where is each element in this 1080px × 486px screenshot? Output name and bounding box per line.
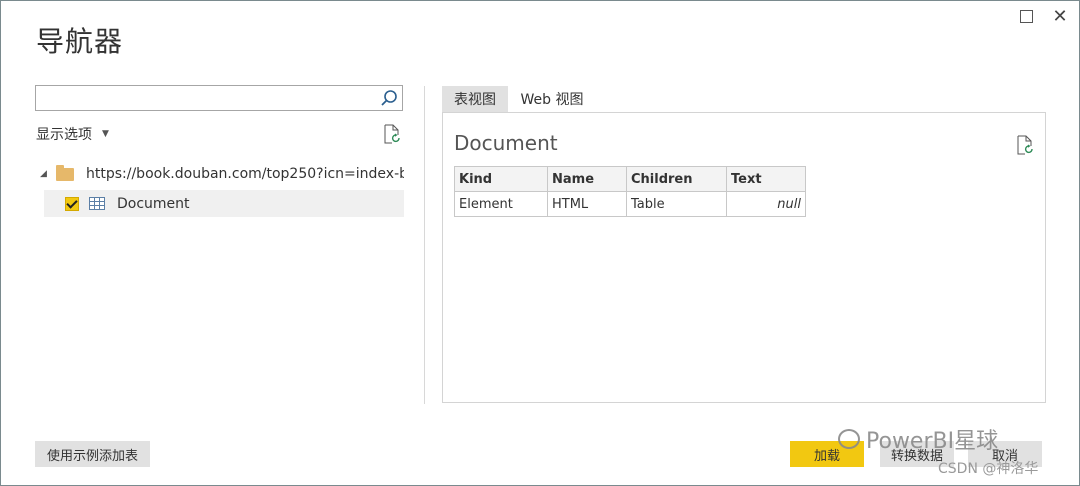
table-header-row: Kind Name Children Text [454, 166, 806, 192]
display-options-label: 显示选项 [36, 127, 92, 143]
tree-item-label: Document [117, 195, 190, 212]
tree-item-document[interactable]: Document [44, 190, 404, 217]
close-icon: ✕ [1052, 5, 1068, 27]
table-row: Element HTML Table null [454, 191, 806, 217]
search-icon[interactable] [380, 89, 398, 107]
preview-table: Kind Name Children Text Element HTML Tab… [454, 166, 806, 217]
close-button[interactable]: ✕ [1050, 5, 1070, 27]
checkbox[interactable] [65, 196, 79, 211]
table-cell: null [726, 191, 806, 217]
search-box[interactable] [35, 85, 403, 111]
display-options-dropdown[interactable]: 显示选项 ▼ [36, 124, 109, 144]
expand-arrow-icon[interactable]: ◢ [40, 169, 56, 179]
search-input[interactable] [40, 87, 374, 111]
folder-icon [56, 164, 74, 181]
add-table-using-examples-button[interactable]: 使用示例添加表 [35, 441, 150, 467]
watermark-credit: CSDN @神洛华 [938, 461, 1039, 477]
tab-web-view[interactable]: Web 视图 [512, 86, 592, 112]
refresh-icon[interactable] [383, 124, 401, 144]
column-header[interactable]: Kind [454, 166, 548, 192]
table-cell: Element [454, 191, 548, 217]
table-cell: HTML [547, 191, 627, 217]
tab-table-view[interactable]: 表视图 [442, 86, 508, 112]
tree-root-url: https://book.douban.com/top250?icn=index… [86, 166, 404, 182]
chevron-down-icon: ▼ [102, 129, 109, 139]
watermark-text: PowerBI星球 [866, 429, 999, 454]
preview-refresh-icon[interactable] [1016, 135, 1034, 155]
table-cell: Table [626, 191, 727, 217]
column-header[interactable]: Name [547, 166, 627, 192]
pane-divider[interactable] [424, 86, 425, 404]
tree-root-node[interactable]: ◢ https://book.douban.com/top250?icn=ind… [40, 163, 405, 185]
maximize-button[interactable] [1016, 6, 1036, 26]
maximize-icon [1019, 9, 1033, 23]
column-header[interactable]: Children [626, 166, 727, 192]
preview-title: Document [454, 131, 558, 155]
preview-pane: Document Kind Name Children Text Element… [442, 112, 1046, 403]
table-icon [89, 197, 105, 210]
watermark: PowerBI星球 [838, 423, 998, 455]
wechat-icon [838, 429, 860, 449]
column-header[interactable]: Text [726, 166, 806, 192]
window-title: 导航器 [36, 25, 124, 58]
